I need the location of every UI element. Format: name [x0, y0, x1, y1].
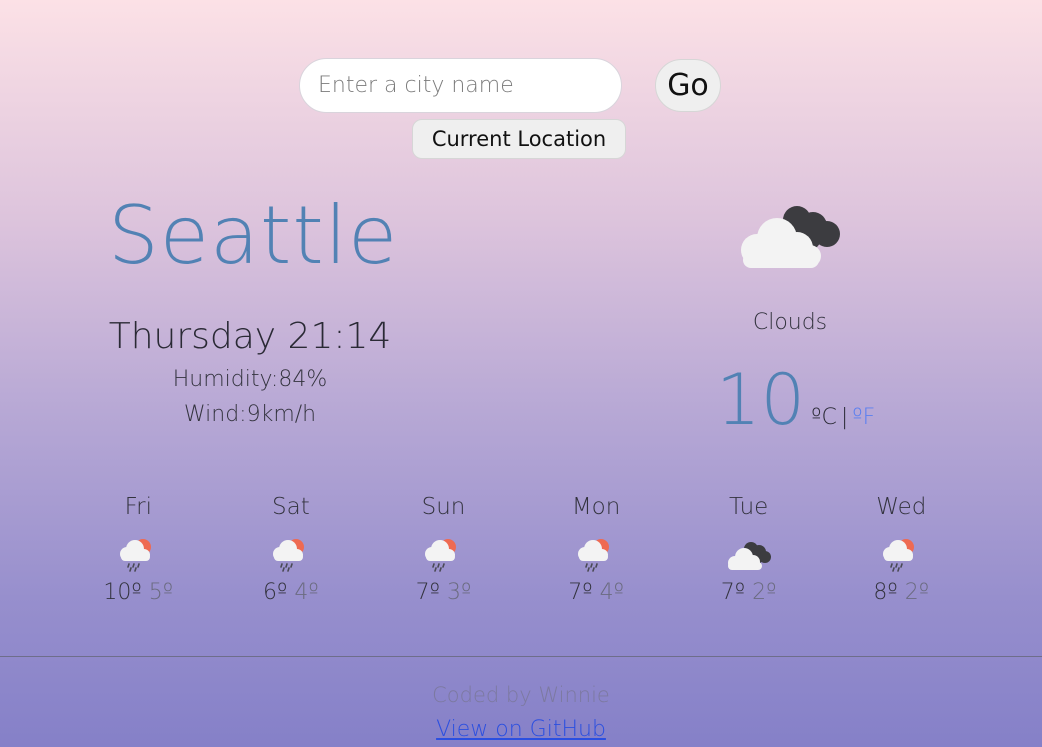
forecast-max: 6º	[263, 580, 288, 605]
go-button[interactable]: Go	[655, 59, 721, 112]
humidity: Humidity:84%	[172, 367, 328, 392]
temperature-value: 10	[716, 359, 806, 441]
city-search-input[interactable]	[299, 58, 622, 113]
rain-sun-icon	[272, 539, 304, 572]
current-conditions: Clouds	[640, 196, 940, 338]
forecast-min: 3º	[446, 580, 472, 605]
current-details: Thursday 21:14 Humidity:84% Wind:9km/h	[100, 312, 400, 432]
github-link[interactable]: View on GitHub	[436, 717, 606, 742]
search-form: Go	[299, 58, 729, 118]
clouds-icon	[727, 542, 771, 570]
unit-separator: |	[840, 405, 849, 430]
forecast-day: Fri 10º 5º	[62, 490, 215, 608]
forecast-max: 7º	[415, 580, 440, 605]
forecast-max: 7º	[568, 580, 593, 605]
forecast-day: Mon 7º 4º	[520, 490, 673, 608]
footer-link-container: View on GitHub	[0, 717, 1042, 742]
forecast-day: Sat 6º 4º	[215, 490, 368, 608]
forecast-day-name: Fri	[124, 494, 152, 520]
forecast-temps: 7º 2º	[672, 578, 825, 608]
forecast-day-name: Mon	[571, 494, 621, 520]
forecast-min: 5º	[148, 580, 174, 605]
forecast: Fri 10º 5º Sat 6º 4º Sun 7º 3º Mon 7º 4º…	[62, 490, 978, 608]
forecast-max: 7º	[720, 580, 746, 605]
forecast-temps: 7º 4º	[520, 578, 673, 608]
clouds-icon	[741, 206, 840, 268]
fahrenheit-link[interactable]: ºF	[852, 405, 875, 430]
forecast-day-name: Tue	[729, 494, 769, 520]
forecast-day: Tue 7º 2º	[672, 490, 825, 608]
forecast-max: 10º	[103, 580, 142, 605]
forecast-temps: 10º 5º	[62, 578, 215, 608]
forecast-max: 8º	[873, 580, 898, 605]
rain-sun-icon	[883, 539, 915, 572]
rain-sun-icon	[578, 539, 610, 572]
city-name: Seattle	[108, 189, 399, 282]
forecast-min: 4º	[599, 580, 624, 605]
forecast-min: 4º	[294, 580, 319, 605]
rain-sun-icon	[120, 539, 152, 572]
forecast-temps: 7º 3º	[367, 578, 520, 608]
footer-divider	[0, 656, 1042, 657]
forecast-day-name: Sun	[421, 494, 466, 520]
forecast-temps: 8º 2º	[825, 578, 978, 608]
rain-sun-icon	[425, 539, 457, 572]
temperature-display: 10 ºC | ºF	[716, 360, 875, 440]
forecast-day: Wed 8º 2º	[825, 490, 978, 608]
footer-credit: Coded by Winnie	[432, 683, 610, 707]
forecast-day-name: Wed	[876, 494, 927, 520]
wind: Wind:9km/h	[183, 402, 317, 427]
forecast-day-name: Sat	[272, 494, 310, 520]
current-location-button[interactable]: Current Location	[412, 119, 626, 159]
forecast-temps: 6º 4º	[215, 578, 368, 608]
forecast-min: 2º	[752, 580, 777, 605]
celsius-unit: ºC	[811, 405, 837, 430]
weather-description: Clouds	[752, 310, 828, 335]
forecast-day: Sun 7º 3º	[367, 490, 520, 608]
forecast-min: 2º	[904, 580, 930, 605]
day-time: Thursday 21:14	[108, 316, 392, 357]
